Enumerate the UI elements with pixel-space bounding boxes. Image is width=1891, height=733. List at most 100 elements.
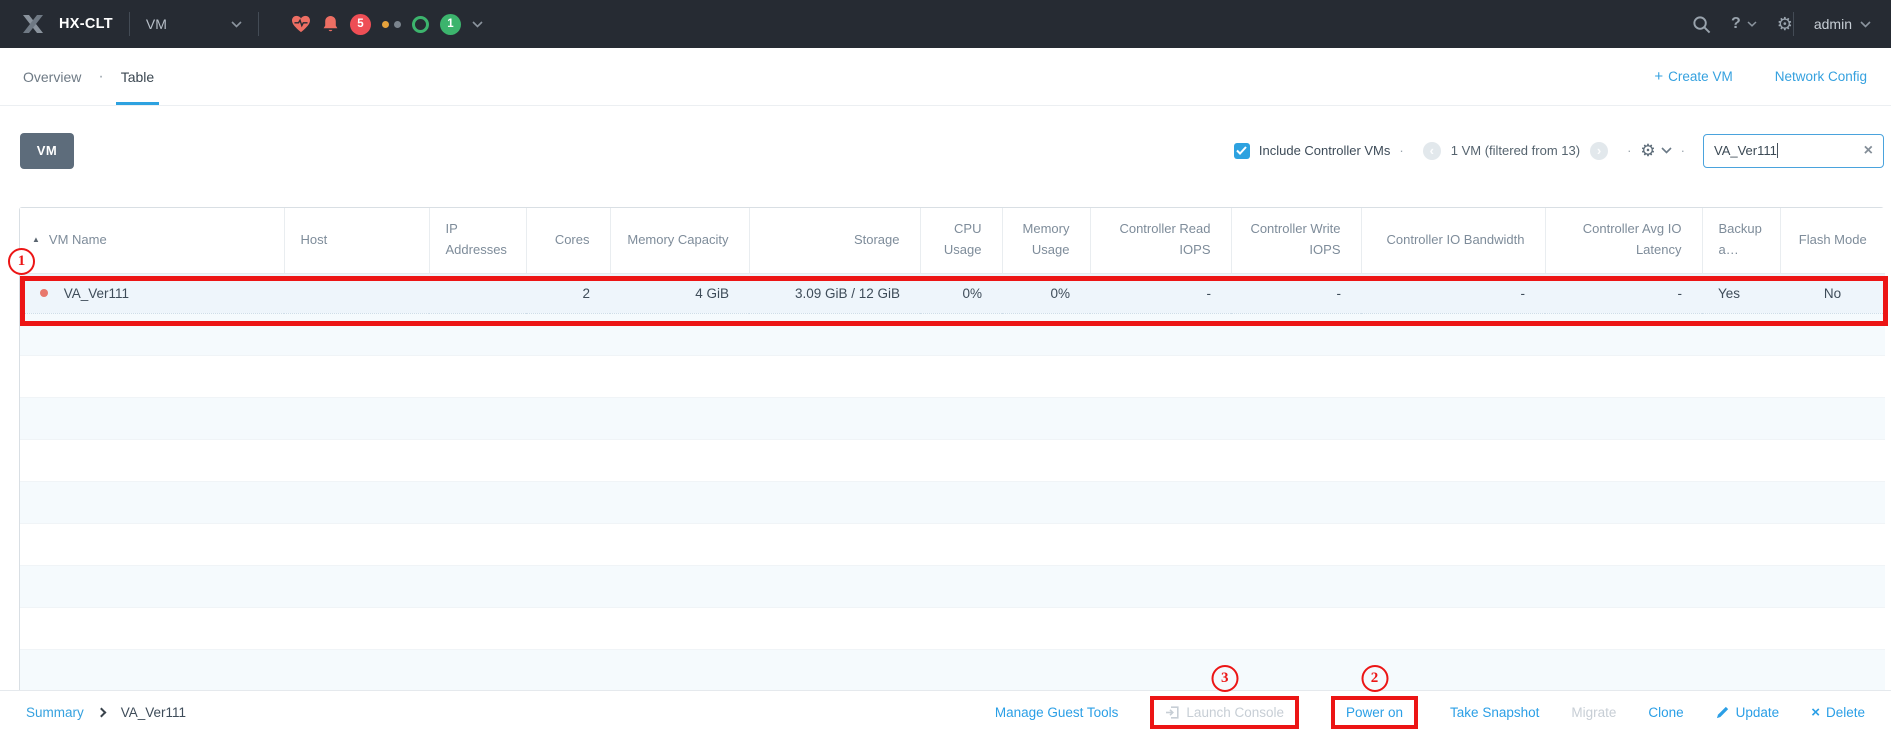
vm-search-input[interactable]: VA_Ver111 × bbox=[1703, 133, 1884, 168]
chevron-down-icon bbox=[1747, 21, 1757, 27]
include-controller-vms-label[interactable]: Include Controller VMs bbox=[1259, 143, 1391, 158]
tab-table[interactable]: Table bbox=[115, 48, 160, 105]
empty-row bbox=[20, 439, 1885, 482]
health-ring-icon[interactable] bbox=[411, 15, 429, 33]
dot-separator bbox=[1390, 143, 1412, 158]
annotation-power-on-box: 2 Power on bbox=[1331, 664, 1419, 729]
search-value: VA_Ver111 bbox=[1714, 143, 1777, 158]
storage-cell: 3.09 GiB / 12 GiB bbox=[749, 273, 920, 314]
empty-row bbox=[20, 607, 1885, 650]
backup-cell: Yes bbox=[1702, 273, 1780, 314]
help-menu[interactable]: ? bbox=[1731, 15, 1757, 33]
neutral-dot-icon bbox=[393, 20, 401, 28]
chevron-down-icon[interactable] bbox=[472, 20, 483, 28]
footer-action-bar: Summary VA_Ver111 Manage Guest Tools 3 L… bbox=[0, 664, 1891, 733]
cpu-usage-cell: 0% bbox=[920, 273, 1002, 314]
empty-row bbox=[20, 481, 1885, 524]
breadcrumb: Summary VA_Ver111 bbox=[26, 705, 186, 720]
annotation-launch-console-box: 3 Launch Console bbox=[1150, 664, 1299, 729]
table-settings-menu[interactable]: ⚙ bbox=[1640, 141, 1672, 160]
memory-capacity-cell: 4 GiB bbox=[610, 273, 749, 314]
table-header-row: VM Name Host IP Addresses Cores Memory C… bbox=[20, 208, 1885, 274]
power-on-button[interactable]: Power on bbox=[1346, 705, 1403, 720]
col-header-memory-capacity[interactable]: Memory Capacity bbox=[610, 208, 750, 274]
flash-mode-cell: No bbox=[1780, 273, 1885, 314]
delete-button[interactable]: × Delete bbox=[1811, 705, 1865, 720]
dot-separator bbox=[1672, 143, 1694, 158]
col-header-host[interactable]: Host bbox=[284, 208, 430, 274]
alerts-bell-icon[interactable] bbox=[322, 15, 339, 33]
memory-usage-cell: 0% bbox=[1002, 273, 1090, 314]
clone-button[interactable]: Clone bbox=[1648, 705, 1683, 720]
chevron-down-icon bbox=[231, 20, 242, 28]
chevron-right-icon bbox=[96, 707, 107, 717]
col-header-controller-read-iops[interactable]: Controller Read IOPS bbox=[1090, 208, 1232, 274]
empty-row bbox=[20, 313, 1885, 356]
user-menu[interactable]: admin bbox=[1814, 16, 1871, 32]
controller-write-iops-cell: - bbox=[1231, 273, 1361, 314]
create-vm-button[interactable]: Create VM bbox=[1654, 68, 1733, 85]
cores-cell: 2 bbox=[526, 273, 610, 314]
migrate-button[interactable]: Migrate bbox=[1571, 705, 1616, 720]
empty-row bbox=[20, 649, 1885, 692]
col-header-controller-io-bandwidth[interactable]: Controller IO Bandwidth bbox=[1361, 208, 1546, 274]
launch-console-button[interactable]: Launch Console bbox=[1165, 705, 1284, 720]
col-header-vm-name[interactable]: VM Name bbox=[20, 208, 285, 274]
empty-row bbox=[20, 523, 1885, 566]
col-header-cores[interactable]: Cores bbox=[526, 208, 611, 274]
settings-gear-icon[interactable]: ⚙ bbox=[1777, 15, 1793, 33]
cluster-name: HX-CLT bbox=[59, 16, 113, 32]
pager-next-icon[interactable]: › bbox=[1590, 141, 1609, 160]
tab-overview[interactable]: Overview bbox=[18, 48, 86, 105]
entity-dropdown-label: VM bbox=[145, 16, 167, 32]
username: admin bbox=[1813, 16, 1852, 32]
take-snapshot-button[interactable]: Take Snapshot bbox=[1450, 705, 1539, 720]
health-heart-icon[interactable] bbox=[291, 15, 311, 33]
power-off-dot-icon bbox=[40, 288, 48, 297]
empty-row bbox=[20, 565, 1885, 608]
col-header-controller-avg-io-latency[interactable]: Controller Avg IO Latency bbox=[1545, 208, 1703, 274]
include-controller-vms-checkbox[interactable] bbox=[1233, 142, 1250, 159]
search-icon[interactable] bbox=[1692, 15, 1711, 34]
manage-guest-tools-button[interactable]: Manage Guest Tools bbox=[995, 705, 1119, 720]
annotation-callout-2: 2 bbox=[1361, 664, 1389, 692]
col-header-ip-addresses[interactable]: IP Addresses bbox=[429, 208, 527, 274]
warning-dot-icon bbox=[381, 20, 389, 28]
vm-name-cell: VA_Ver111 bbox=[63, 285, 130, 301]
controller-avg-io-latency-cell: - bbox=[1545, 273, 1702, 314]
annotation-callout-1: 1 bbox=[8, 248, 35, 275]
healthy-count-badge[interactable]: 1 bbox=[439, 13, 461, 35]
filter-summary: 1 VM (filtered from 13) bbox=[1450, 143, 1581, 158]
clear-search-icon[interactable]: × bbox=[1864, 142, 1873, 159]
empty-row bbox=[20, 355, 1885, 398]
entity-dropdown[interactable]: VM bbox=[146, 16, 242, 32]
controller-read-iops-cell: - bbox=[1090, 273, 1231, 314]
pager-prev-icon[interactable]: ‹ bbox=[1422, 141, 1441, 160]
help-icon: ? bbox=[1730, 15, 1741, 32]
network-config-button[interactable]: Network Config bbox=[1775, 69, 1867, 84]
delete-label: Delete bbox=[1825, 704, 1865, 720]
breadcrumb-summary-link[interactable]: Summary bbox=[26, 705, 84, 720]
gear-icon: ⚙ bbox=[1640, 141, 1656, 160]
nutanix-logo-icon bbox=[20, 13, 46, 35]
empty-row bbox=[20, 397, 1885, 440]
update-button[interactable]: Update bbox=[1716, 705, 1779, 720]
table-row-va-ver111[interactable]: VA_Ver111 2 4 GiB 3.09 GiB / 12 GiB 0% 0… bbox=[20, 273, 1885, 314]
pencil-icon bbox=[1716, 706, 1729, 719]
controller-io-bandwidth-cell: - bbox=[1361, 273, 1545, 314]
top-navbar: HX-CLT VM 5 1 ? ⚙ admin bbox=[0, 0, 1891, 48]
col-header-memory-usage[interactable]: Memory Usage bbox=[1002, 208, 1091, 274]
col-header-controller-write-iops[interactable]: Controller Write IOPS bbox=[1231, 208, 1362, 274]
alert-count-badge[interactable]: 5 bbox=[349, 13, 371, 35]
launch-console-label: Launch Console bbox=[1186, 704, 1284, 720]
col-header-cpu-usage[interactable]: CPU Usage bbox=[920, 208, 1003, 274]
vm-table: VM Name Host IP Addresses Cores Memory C… bbox=[19, 207, 1885, 692]
col-header-storage[interactable]: Storage bbox=[749, 208, 921, 274]
col-header-backup[interactable]: Backup a… bbox=[1702, 208, 1781, 274]
col-header-flash-mode[interactable]: Flash Mode bbox=[1780, 208, 1885, 274]
annotation-callout-3: 3 bbox=[1211, 664, 1239, 692]
x-icon: × bbox=[1811, 703, 1820, 721]
divider bbox=[1792, 12, 1794, 36]
entity-type-button[interactable]: VM bbox=[20, 132, 74, 169]
host-cell bbox=[284, 273, 429, 314]
